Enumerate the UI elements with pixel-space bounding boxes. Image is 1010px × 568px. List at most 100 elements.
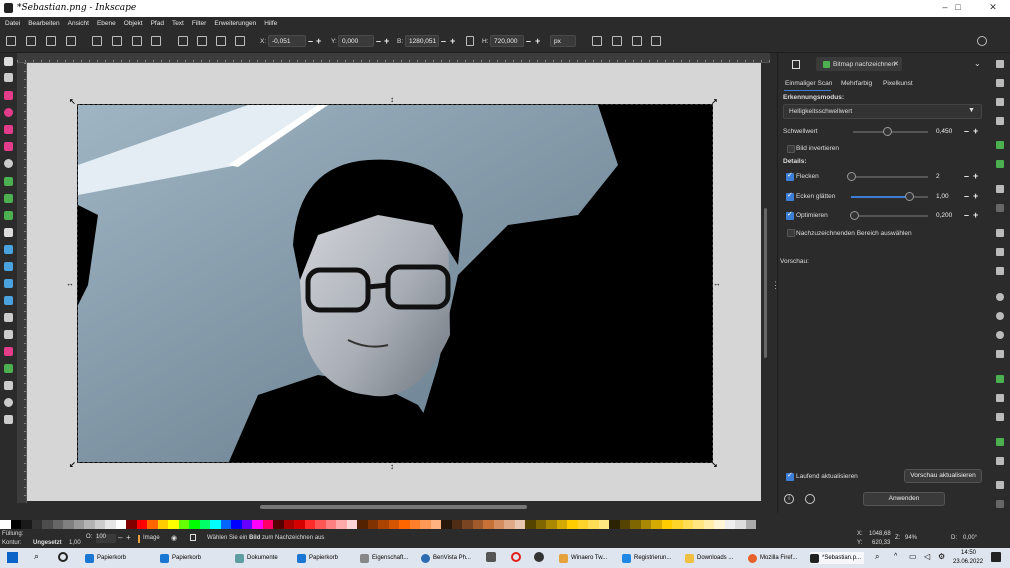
app-icon[interactable]: [486, 552, 496, 562]
color-swatch[interactable]: [609, 520, 620, 529]
smooth-corners-decrement[interactable]: –: [964, 191, 969, 201]
color-swatch[interactable]: [525, 520, 536, 529]
clone-icon[interactable]: [996, 394, 1004, 402]
color-swatch[interactable]: [105, 520, 116, 529]
speckles-checkbox[interactable]: [786, 171, 794, 181]
ellipse-tool-icon[interactable]: [4, 108, 13, 117]
handle-bottom-left[interactable]: ↙: [69, 460, 76, 469]
opacity-plus[interactable]: +: [126, 533, 131, 542]
current-layer[interactable]: Image: [143, 535, 160, 541]
calligraphy-tool-icon[interactable]: [4, 211, 13, 220]
stroke-width[interactable]: 1,00: [69, 540, 81, 546]
color-swatch[interactable]: [420, 520, 431, 529]
color-swatch[interactable]: [630, 520, 641, 529]
zoom-center-icon[interactable]: [996, 350, 1004, 358]
task-view-icon[interactable]: [58, 552, 68, 562]
color-swatch[interactable]: [52, 520, 63, 529]
undo-icon[interactable]: [996, 185, 1004, 193]
color-swatch[interactable]: [178, 520, 189, 529]
color-swatch[interactable]: [441, 520, 452, 529]
threshold-decrement[interactable]: –: [964, 126, 969, 136]
color-swatch[interactable]: [21, 520, 32, 529]
spiral-tool-icon[interactable]: [4, 159, 13, 168]
y-decrement[interactable]: –: [376, 36, 381, 46]
color-swatch[interactable]: [252, 520, 263, 529]
zoom-selection-icon[interactable]: [996, 293, 1004, 301]
color-swatch[interactable]: [693, 520, 704, 529]
transform-gradients-icon[interactable]: [632, 36, 642, 46]
speckles-decrement[interactable]: –: [964, 171, 969, 181]
color-swatch[interactable]: [462, 520, 473, 529]
y-increment[interactable]: +: [384, 36, 389, 46]
taskbar-app[interactable]: Winaero Tw...: [559, 552, 607, 564]
duplicate-icon[interactable]: [996, 375, 1004, 383]
zoom-page-icon[interactable]: [996, 331, 1004, 339]
menu-filter[interactable]: Filter: [192, 20, 206, 27]
color-swatch[interactable]: [672, 520, 683, 529]
clock-time[interactable]: 14:50: [961, 550, 976, 556]
scale-corners-icon[interactable]: [612, 36, 622, 46]
optimize-checkbox[interactable]: [786, 210, 794, 220]
color-swatch[interactable]: [735, 520, 746, 529]
color-swatch[interactable]: [31, 520, 42, 529]
color-swatch[interactable]: [378, 520, 389, 529]
color-swatch[interactable]: [136, 520, 147, 529]
scale-stroke-icon[interactable]: [592, 36, 602, 46]
document-icon[interactable]: [792, 60, 800, 69]
pencil-tool-icon[interactable]: [4, 194, 13, 203]
color-swatch[interactable]: [357, 520, 368, 529]
spray-tool-icon[interactable]: [4, 330, 13, 339]
menu-text[interactable]: Text: [172, 20, 184, 27]
tab-single-scan[interactable]: Einmaliger Scan: [785, 80, 832, 87]
paste-icon[interactable]: [996, 267, 1004, 275]
eye-icon[interactable]: ◉: [171, 534, 177, 542]
handle-top-left[interactable]: ↖: [69, 97, 76, 106]
handle-bottom[interactable]: ↕: [390, 462, 394, 471]
menu-extensions[interactable]: Erweiterungen: [214, 20, 256, 27]
color-swatch[interactable]: [724, 520, 735, 529]
optimize-increment[interactable]: +: [973, 210, 978, 220]
network-icon[interactable]: ▭: [909, 552, 917, 561]
vertical-ruler[interactable]: [17, 63, 27, 503]
scroll-thumb[interactable]: [764, 208, 767, 358]
color-swatch[interactable]: [430, 520, 441, 529]
menu-file[interactable]: Datei: [5, 20, 20, 27]
paint-bucket-tool-icon[interactable]: [4, 296, 13, 305]
star-tool-icon[interactable]: [4, 125, 13, 134]
raise-to-top-icon[interactable]: [178, 36, 188, 46]
redo-icon[interactable]: [996, 204, 1004, 212]
color-swatch[interactable]: [126, 520, 137, 529]
color-swatch[interactable]: [346, 520, 357, 529]
vertical-scrollbar[interactable]: [761, 63, 770, 501]
search-icon[interactable]: ⌕: [875, 552, 879, 562]
rotation-value[interactable]: 0,00°: [963, 535, 977, 541]
optimize-slider[interactable]: [851, 215, 928, 217]
select-all-icon[interactable]: [6, 36, 16, 46]
eraser-tool-icon[interactable]: [4, 347, 13, 356]
menu-view[interactable]: Ansicht: [68, 20, 89, 27]
smooth-corners-increment[interactable]: +: [973, 191, 978, 201]
volume-icon[interactable]: ◁: [924, 552, 930, 561]
apply-button[interactable]: Anwenden: [863, 492, 945, 506]
unlink-clone-icon[interactable]: [996, 413, 1004, 421]
flip-vertical-icon[interactable]: [151, 36, 161, 46]
threshold-value[interactable]: 0,450: [936, 128, 952, 135]
color-swatch[interactable]: [493, 520, 504, 529]
ungroup-icon[interactable]: [996, 457, 1004, 465]
color-swatch[interactable]: [147, 520, 158, 529]
color-swatch[interactable]: [388, 520, 399, 529]
settings-icon[interactable]: ⚙: [938, 552, 945, 561]
taskbar-app[interactable]: Mozilla Firef...: [748, 552, 797, 564]
color-swatch[interactable]: [336, 520, 347, 529]
color-swatch[interactable]: [199, 520, 210, 529]
color-swatch[interactable]: [367, 520, 378, 529]
color-swatch[interactable]: [273, 520, 284, 529]
color-swatch[interactable]: [682, 520, 693, 529]
color-swatch[interactable]: [241, 520, 252, 529]
speckles-increment[interactable]: +: [973, 171, 978, 181]
taskbar-app[interactable]: BenVista Ph...: [421, 552, 471, 564]
height-field[interactable]: 720,000: [490, 35, 524, 47]
menu-layer[interactable]: Ebene: [97, 20, 116, 27]
opacity-field[interactable]: 100: [96, 534, 116, 543]
measure-tool-icon[interactable]: [4, 415, 13, 424]
